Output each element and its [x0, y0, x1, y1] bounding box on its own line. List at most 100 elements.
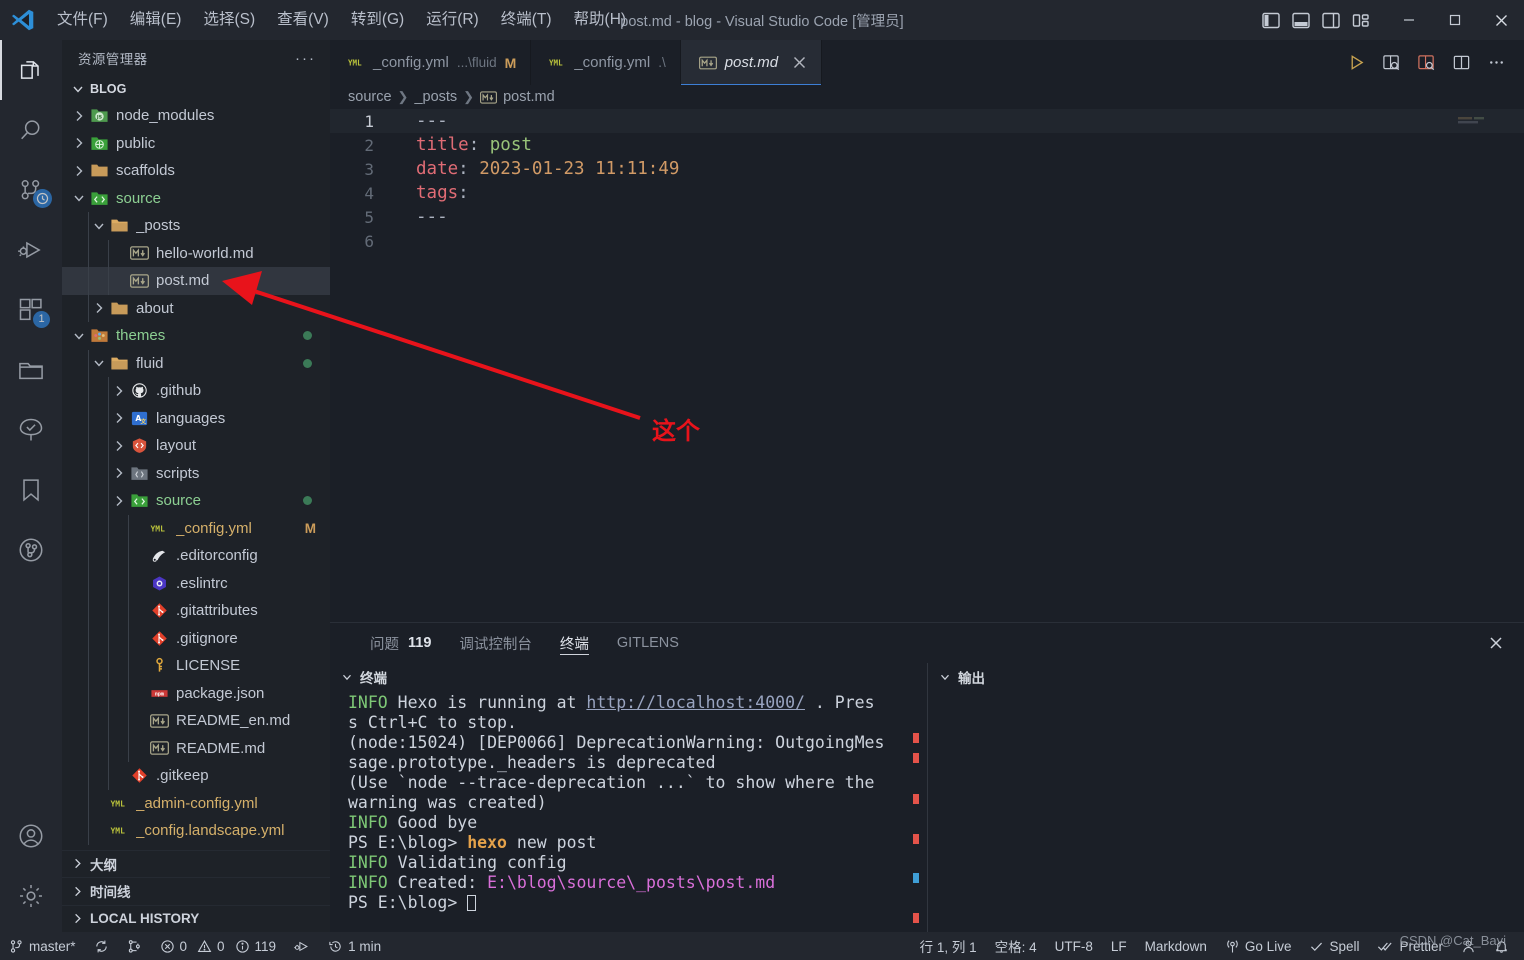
- status-branch[interactable]: master*: [0, 932, 85, 960]
- chevron-right-icon[interactable]: [90, 300, 108, 316]
- code-line[interactable]: 2 title: post: [330, 133, 1524, 157]
- tree-item-gitattributes[interactable]: .gitattributes: [62, 597, 330, 625]
- activitybar-test-explorer[interactable]: [0, 400, 62, 460]
- tree-item-eslintrc[interactable]: .eslintrc: [62, 569, 330, 597]
- tab-config-yml-root[interactable]: YML _config.yml .\: [531, 40, 681, 85]
- activitybar-settings[interactable]: [0, 866, 62, 926]
- chevron-right-icon[interactable]: [70, 135, 88, 151]
- chevron-right-icon[interactable]: [110, 410, 128, 426]
- activitybar-gitlens[interactable]: [0, 520, 62, 580]
- chevron-down-icon[interactable]: [70, 190, 88, 206]
- chevron-right-icon[interactable]: [110, 383, 128, 399]
- status-git-graph[interactable]: [118, 932, 151, 960]
- chevron-down-icon[interactable]: [90, 218, 108, 234]
- tree-item-scripts[interactable]: scripts: [62, 459, 330, 487]
- section-timeline[interactable]: 时间线: [62, 877, 330, 905]
- tree-item-languages[interactable]: A 文 languages: [62, 404, 330, 432]
- tree-item-config-yml[interactable]: YML _config.yml M: [62, 514, 330, 542]
- tab-close-icon[interactable]: [792, 55, 807, 70]
- tree-item-source[interactable]: source: [62, 487, 330, 515]
- breadcrumb-item-source[interactable]: source: [348, 89, 392, 105]
- terminal-output[interactable]: INFO Hexo is running at http://localhost…: [330, 691, 927, 932]
- status-language-mode[interactable]: Markdown: [1136, 932, 1216, 960]
- editor-overview-ruler[interactable]: [1510, 109, 1524, 622]
- code-line[interactable]: 5 ---: [330, 205, 1524, 229]
- activitybar-run-debug[interactable]: [0, 220, 62, 280]
- tab-config-yml-fluid[interactable]: YML _config.yml ...\fluid M: [330, 40, 532, 85]
- tree-item-editorconfig[interactable]: .editorconfig: [62, 542, 330, 570]
- code-line[interactable]: 1 ---: [330, 109, 1524, 133]
- tree-item-gitignore[interactable]: .gitignore: [62, 624, 330, 652]
- activitybar-extensions[interactable]: 1: [0, 280, 62, 340]
- menu-go[interactable]: 转到(G): [340, 0, 415, 40]
- tree-item-scaffolds[interactable]: scaffolds: [62, 157, 330, 185]
- section-outline[interactable]: 大纲: [62, 849, 330, 878]
- panel-close-button[interactable]: [1488, 635, 1524, 651]
- close-button[interactable]: [1478, 0, 1524, 40]
- chevron-right-icon[interactable]: [110, 465, 128, 481]
- split-editor-button[interactable]: [1452, 53, 1471, 72]
- breadcrumb[interactable]: source ❯ _posts ❯ post.md: [330, 85, 1524, 109]
- chevron-down-icon[interactable]: [90, 355, 108, 371]
- menu-selection[interactable]: 选择(S): [192, 0, 266, 40]
- panel-tab-terminal[interactable]: 终端: [546, 623, 603, 663]
- maximize-button[interactable]: [1432, 0, 1478, 40]
- activitybar-source-control[interactable]: [0, 160, 62, 220]
- code-lines[interactable]: 1 --- 2 title: post 3 date: 2023-01-23 11:11:…: [330, 109, 1524, 622]
- toggle-secondary-sidebar-icon[interactable]: [1322, 12, 1340, 29]
- status-cursor-position[interactable]: 行 1, 列 1: [911, 932, 986, 960]
- tree-item-themes[interactable]: themes: [62, 322, 330, 350]
- chevron-right-icon[interactable]: [110, 493, 128, 509]
- activitybar-bookmarks[interactable]: [0, 460, 62, 520]
- section-local-history[interactable]: LOCAL HISTORY: [62, 904, 330, 933]
- status-encoding[interactable]: UTF-8: [1046, 932, 1102, 960]
- workspace-section-header[interactable]: BLOG: [62, 76, 330, 102]
- tree-item-public[interactable]: public: [62, 130, 330, 158]
- text-editor[interactable]: 1 --- 2 title: post 3 date: 2023-01-23 11:11:…: [330, 109, 1524, 622]
- status-run-debug[interactable]: [285, 932, 319, 960]
- file-tree[interactable]: JS node_modules public scaffolds source _post…: [62, 102, 330, 850]
- tree-item-node-modules[interactable]: JS node_modules: [62, 102, 330, 130]
- menu-help[interactable]: 帮助(H): [563, 0, 638, 40]
- breadcrumb-item-posts[interactable]: _posts: [414, 89, 457, 105]
- terminal-pane-header[interactable]: 终端: [330, 663, 927, 691]
- chevron-right-icon[interactable]: [110, 438, 128, 454]
- code-line[interactable]: 4 tags:: [330, 181, 1524, 205]
- code-line[interactable]: 3 date: 2023-01-23 11:11:49: [330, 157, 1524, 181]
- breadcrumb-item-file[interactable]: post.md: [503, 89, 555, 105]
- menu-file[interactable]: 文件(F): [46, 0, 119, 40]
- code-line[interactable]: 6: [330, 229, 1524, 253]
- terminal-link[interactable]: http://localhost:4000/: [586, 693, 805, 712]
- activitybar-search[interactable]: [0, 100, 62, 160]
- status-spell-checker[interactable]: Spell: [1300, 932, 1368, 960]
- chevron-down-icon[interactable]: [70, 328, 88, 344]
- menu-terminal[interactable]: 终端(T): [490, 0, 563, 40]
- tree-item-github[interactable]: .github: [62, 377, 330, 405]
- tree-item-source[interactable]: source: [62, 185, 330, 213]
- minimize-button[interactable]: [1386, 0, 1432, 40]
- tree-item-hello-world-md[interactable]: hello-world.md: [62, 239, 330, 267]
- toggle-primary-sidebar-icon[interactable]: [1262, 12, 1280, 29]
- panel-tab-problems[interactable]: 问题 119: [356, 623, 445, 663]
- status-sync[interactable]: [85, 932, 118, 960]
- output-content[interactable]: [928, 691, 1524, 932]
- panel-tab-gitlens[interactable]: GITLENS: [603, 623, 693, 663]
- tree-item-license[interactable]: LICENSE: [62, 652, 330, 680]
- tree-item-readme-md[interactable]: README.md: [62, 734, 330, 762]
- output-pane-header[interactable]: 输出: [928, 663, 1524, 691]
- tree-item-fluid[interactable]: fluid: [62, 349, 330, 377]
- toggle-panel-icon[interactable]: [1292, 12, 1310, 29]
- open-preview-button[interactable]: [1382, 53, 1401, 72]
- menu-view[interactable]: 查看(V): [266, 0, 340, 40]
- customize-layout-icon[interactable]: [1352, 12, 1370, 29]
- tree-item-admin-config-yml[interactable]: YML _admin-config.yml: [62, 789, 330, 817]
- tree-item-readme-en-md[interactable]: README_en.md: [62, 707, 330, 735]
- tree-item-posts[interactable]: _posts: [62, 212, 330, 240]
- activitybar-explorer[interactable]: [0, 40, 62, 100]
- status-go-live[interactable]: Go Live: [1216, 932, 1301, 960]
- activitybar-accounts[interactable]: [0, 806, 62, 866]
- chevron-right-icon[interactable]: [70, 163, 88, 179]
- tree-item-about[interactable]: about: [62, 294, 330, 322]
- tree-item-package-json[interactable]: npm package.json: [62, 679, 330, 707]
- tree-item-post-md[interactable]: post.md: [62, 267, 330, 295]
